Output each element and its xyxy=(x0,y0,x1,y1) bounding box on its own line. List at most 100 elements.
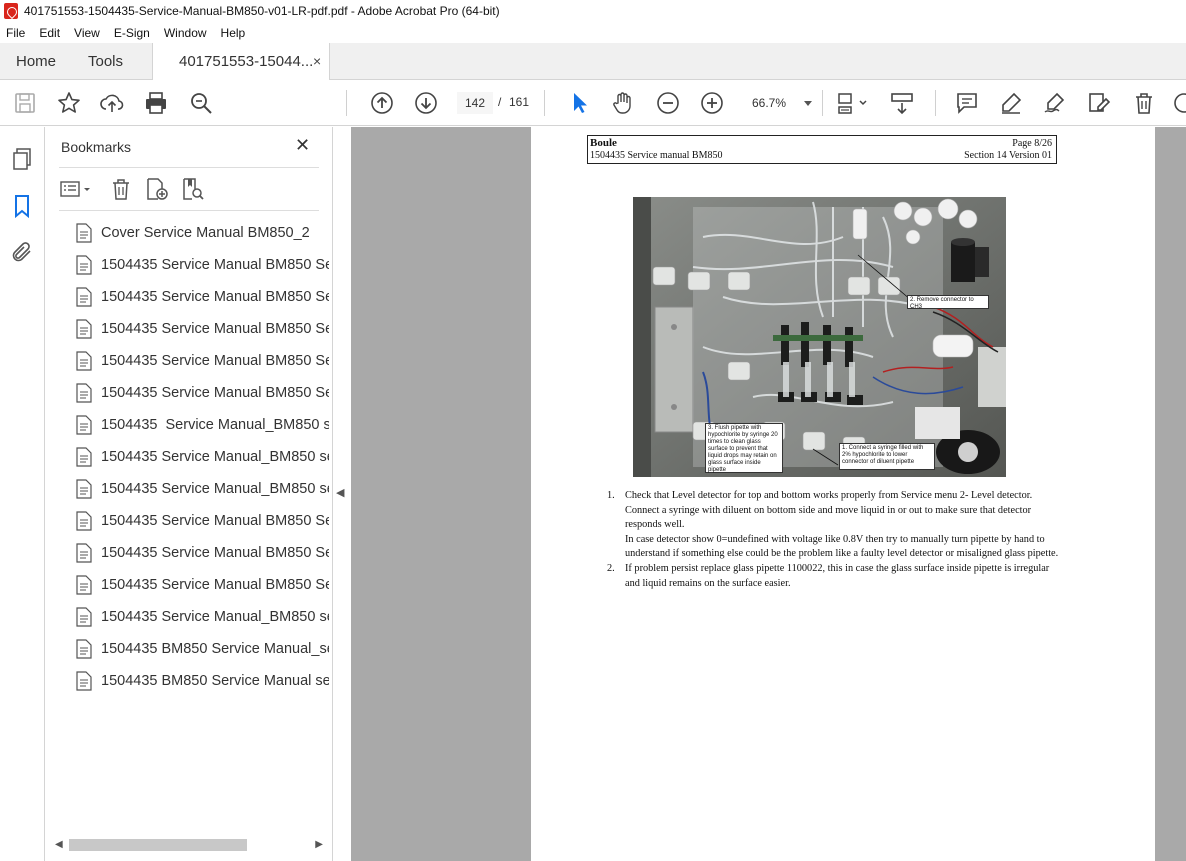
comment-icon[interactable] xyxy=(955,91,979,115)
bookmark-item[interactable]: 1504435 Service Manual BM850 Se xyxy=(75,507,329,535)
tab-tools[interactable]: Tools xyxy=(88,53,123,70)
bookmark-item[interactable]: 1504435 BM850 Service Manual_se xyxy=(75,635,329,663)
bookmark-item[interactable]: 1504435 Service Manual BM850 Se xyxy=(75,379,329,407)
save-icon[interactable] xyxy=(13,91,37,115)
delete-bookmark-icon[interactable] xyxy=(109,177,133,201)
page-up-icon[interactable] xyxy=(370,91,394,115)
acrobat-logo-icon xyxy=(4,3,18,19)
menu-edit[interactable]: Edit xyxy=(39,26,60,40)
instruction-step: 2. If problem persist replace glass pipe… xyxy=(603,562,1063,591)
bookmark-page-icon xyxy=(75,543,93,563)
toolbar-separator xyxy=(935,90,936,116)
bookmark-label: 1504435 Service Manual BM850 Se xyxy=(101,545,329,561)
callout-connect-syringe: 1. Connect a syringe filled with 2% hypo… xyxy=(839,443,935,470)
menu-window[interactable]: Window xyxy=(164,26,207,40)
callout-flush-pipette: 3. Flush pipette with hypochlorite by sy… xyxy=(705,423,783,473)
menu-help[interactable]: Help xyxy=(221,26,246,40)
instruction-list: 1. Check that Level detector for top and… xyxy=(603,489,1063,591)
zoom-in-icon[interactable] xyxy=(700,91,724,115)
more-tools-icon[interactable] xyxy=(1172,91,1186,115)
tab-close-icon[interactable]: × xyxy=(313,53,321,69)
delete-icon[interactable] xyxy=(1132,91,1156,115)
bookmark-label: 1504435 Service Manual_BM850 se xyxy=(101,609,329,625)
bookmark-page-icon xyxy=(75,351,93,371)
select-arrow-icon[interactable] xyxy=(568,91,592,115)
attachment-icon[interactable] xyxy=(10,240,34,264)
page-down-icon[interactable] xyxy=(414,91,438,115)
zoom-search-icon[interactable] xyxy=(189,91,213,115)
options-menu-icon[interactable] xyxy=(59,177,95,201)
page-number-input[interactable]: 142 xyxy=(456,91,494,115)
menu-bar: File Edit View E-Sign Window Help xyxy=(0,22,1186,43)
bookmark-item[interactable]: 1504435 Service Manual BM850 Se xyxy=(75,315,329,343)
bookmark-item[interactable]: 1504435 Service Manual BM850 Se xyxy=(75,251,329,279)
photo-illustration xyxy=(633,197,1006,477)
zoom-level-value: 66.7% xyxy=(752,96,787,110)
zoom-level-dropdown[interactable]: 66.7% xyxy=(744,91,816,115)
bookmark-page-icon xyxy=(75,319,93,339)
bookmark-item[interactable]: 1504435 BM850 Service Manual se xyxy=(75,667,329,695)
bookmark-label: 1504435 BM850 Service Manual_se xyxy=(101,641,329,657)
bookmark-item[interactable]: 1504435 Service Manual_BM850 se xyxy=(75,475,329,503)
toolbar-separator xyxy=(346,90,347,116)
bookmark-page-icon xyxy=(75,479,93,499)
hand-icon[interactable] xyxy=(611,91,635,115)
main-toolbar: 142 / 161 66.7% xyxy=(0,80,1186,126)
page-header-box: Boule 1504435 Service manual BM850 Page … xyxy=(587,135,1057,164)
bookmarks-title: Bookmarks xyxy=(61,139,132,155)
bookmark-item[interactable]: Cover Service Manual BM850_2 xyxy=(75,219,329,247)
divider xyxy=(59,210,319,211)
bookmark-item[interactable]: 1504435 Service Manual BM850 Se xyxy=(75,539,329,567)
bookmark-item[interactable]: 1504435 Service Manual_BM850 s xyxy=(75,411,329,439)
page-total: 161 xyxy=(509,95,530,109)
fit-page-icon[interactable] xyxy=(836,91,870,115)
close-icon[interactable]: ✕ xyxy=(295,135,310,156)
highlight-icon[interactable] xyxy=(999,91,1023,115)
bookmark-item[interactable]: 1504435 Service Manual BM850 Se xyxy=(75,283,329,311)
bookmark-label: 1504435 Service Manual BM850 Se xyxy=(101,513,329,529)
collapse-panel-icon[interactable]: ◀ xyxy=(336,486,344,499)
step-text: Check that Level detector for top and bo… xyxy=(625,490,1033,531)
step-extra-text: In case detector show 0=undefined with v… xyxy=(625,533,1059,560)
header-section: Section 14 Version 01 xyxy=(964,150,1052,161)
pipette-assembly-photo: 2. Remove connector to CH3 3. Flush pipe… xyxy=(633,197,1006,477)
menu-view[interactable]: View xyxy=(74,26,100,40)
sign-icon[interactable] xyxy=(1043,91,1067,115)
document-view[interactable]: Boule 1504435 Service manual BM850 Page … xyxy=(351,127,1186,861)
find-bookmark-icon[interactable] xyxy=(181,177,205,201)
upload-icon[interactable] xyxy=(100,91,124,115)
bookmark-label: 1504435 Service Manual BM850 Se xyxy=(101,385,329,401)
scrollbar-thumb[interactable] xyxy=(69,839,247,851)
bookmark-label: 1504435 Service Manual_BM850 s xyxy=(101,417,329,433)
bookmark-label: 1504435 Service Manual_BM850 se xyxy=(101,449,329,465)
bookmark-page-icon xyxy=(75,255,93,275)
print-icon[interactable] xyxy=(144,91,168,115)
bookmark-label: 1504435 Service Manual BM850 Se xyxy=(101,289,329,305)
bookmark-icon[interactable] xyxy=(10,194,34,219)
bookmark-item[interactable]: 1504435 Service Manual BM850 Se xyxy=(75,347,329,375)
scroll-mode-icon[interactable] xyxy=(890,91,914,115)
divider xyxy=(59,167,319,168)
bookmark-label: 1504435 Service Manual BM850 Se xyxy=(101,257,329,273)
menu-file[interactable]: File xyxy=(6,26,25,40)
bookmarks-horizontal-scrollbar[interactable]: ◀ ▶ xyxy=(53,835,325,855)
tab-row: Home Tools 401751553-15044... × xyxy=(0,43,1186,81)
scroll-right-icon[interactable]: ▶ xyxy=(315,839,323,850)
step-text: If problem persist replace glass pipette… xyxy=(625,562,1050,589)
bookmark-star-icon[interactable] xyxy=(57,91,81,115)
tab-document[interactable]: 401751553-15044... × xyxy=(152,43,330,81)
bookmark-page-icon xyxy=(75,287,93,307)
scroll-left-icon[interactable]: ◀ xyxy=(55,839,63,850)
tab-home[interactable]: Home xyxy=(16,53,56,70)
bookmark-label: Cover Service Manual BM850_2 xyxy=(101,225,310,241)
bookmark-item[interactable]: 1504435 Service Manual BM850 Se xyxy=(75,571,329,599)
bookmark-page-icon xyxy=(75,383,93,403)
zoom-out-icon[interactable] xyxy=(656,91,680,115)
new-bookmark-icon[interactable] xyxy=(145,177,169,201)
menu-esign[interactable]: E-Sign xyxy=(114,26,150,40)
pages-thumbnail-icon[interactable] xyxy=(10,147,34,171)
bookmark-item[interactable]: 1504435 Service Manual_BM850 se xyxy=(75,603,329,631)
left-rail xyxy=(0,127,45,861)
edit-pdf-icon[interactable] xyxy=(1087,91,1111,115)
bookmark-item[interactable]: 1504435 Service Manual_BM850 se xyxy=(75,443,329,471)
